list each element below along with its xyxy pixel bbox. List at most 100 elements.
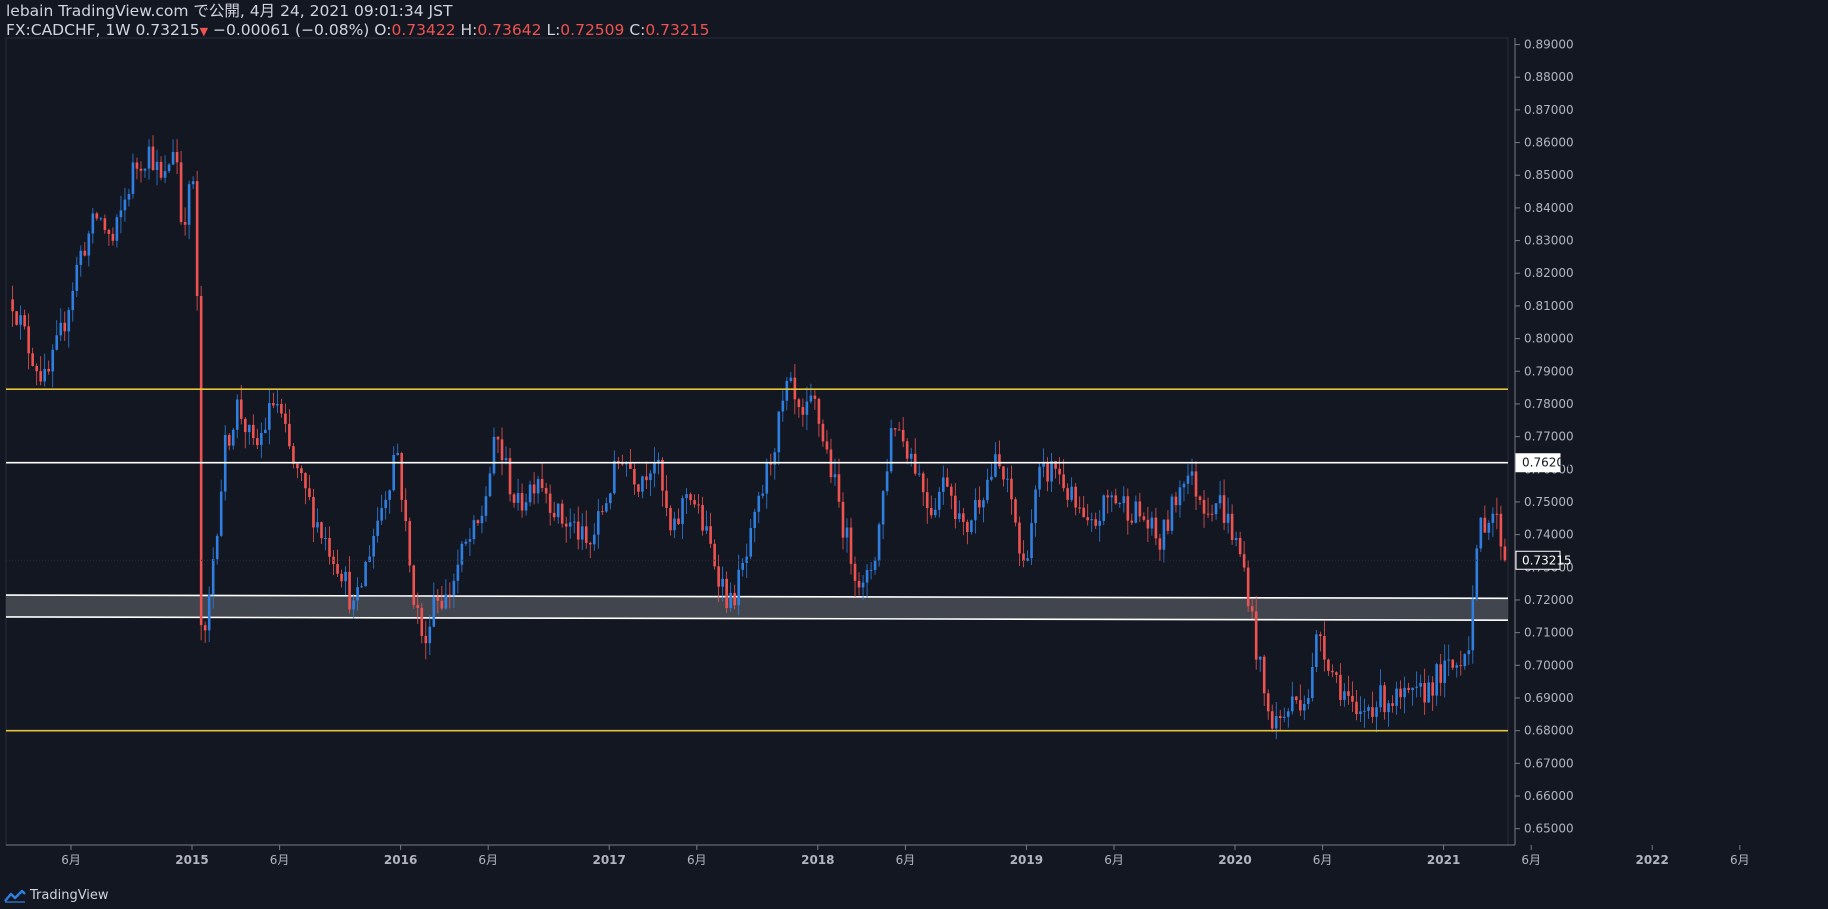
candle-body: [500, 439, 504, 461]
candle-body: [841, 501, 845, 538]
candle-body: [292, 446, 295, 464]
candle-body: [1190, 471, 1194, 476]
candle-body: [300, 468, 303, 474]
candle-body: [1483, 517, 1487, 533]
candle-body: [1343, 691, 1346, 700]
candle-body: [677, 518, 680, 524]
candle-body: [135, 162, 139, 169]
candle-body: [103, 218, 107, 230]
candle-body: [320, 522, 323, 539]
candle-body: [641, 476, 644, 492]
candle-body: [536, 479, 540, 494]
candle-body: [227, 435, 231, 446]
candle-body: [986, 479, 989, 501]
candle-body: [308, 488, 311, 498]
candle-body: [376, 520, 379, 536]
candle-body: [729, 592, 732, 609]
candle-body: [1431, 682, 1434, 696]
candle-body: [1499, 513, 1503, 547]
y-tick-label: 0.75000: [1524, 495, 1574, 509]
x-tick-label: 2021: [1427, 853, 1460, 867]
x-tick-label: 2015: [175, 853, 208, 867]
candle-body: [1347, 691, 1350, 696]
zone-band: [6, 595, 1508, 621]
candle-body: [552, 512, 556, 518]
candle-body: [821, 423, 825, 442]
x-tick-label: 6月: [687, 853, 707, 867]
y-tick-label: 0.70000: [1524, 658, 1574, 672]
candle-body: [352, 600, 355, 610]
candle-body: [256, 438, 259, 446]
candle-body: [1130, 520, 1134, 523]
candle-body: [260, 432, 263, 446]
candle-body: [191, 181, 195, 185]
candle-body: [1030, 523, 1033, 559]
candle-body: [31, 353, 34, 366]
candle-body: [1463, 654, 1467, 667]
candle-body: [1262, 656, 1266, 694]
candle-body: [1074, 486, 1077, 508]
candle-body: [817, 398, 821, 424]
candle-body: [673, 518, 676, 531]
candle-body: [560, 503, 564, 524]
candle-body: [324, 538, 327, 540]
candle-body: [492, 436, 496, 474]
candle-body: [55, 335, 59, 350]
candle-body: [737, 569, 740, 606]
candle-body: [1218, 495, 1222, 504]
candle-body: [789, 377, 793, 381]
candle-body: [1010, 478, 1013, 500]
candle-body: [645, 476, 648, 481]
candle-body: [272, 403, 275, 406]
candle-body: [63, 322, 67, 332]
candle-body: [1038, 466, 1041, 490]
candle-body: [1411, 687, 1414, 691]
candle-body: [468, 539, 472, 542]
candle-body: [837, 474, 841, 502]
footer[interactable]: TradingView: [4, 888, 109, 903]
y-tick-label: 0.80000: [1524, 332, 1574, 346]
price-chart[interactable]: 0.89000 0.88000 0.87000 0.86000 0.85000 0.840…: [0, 0, 1828, 909]
candle-body: [1435, 664, 1439, 696]
candle-body: [75, 264, 79, 291]
candle-body: [601, 511, 604, 513]
candle-body: [131, 162, 135, 194]
candle-body: [609, 493, 612, 504]
candle-body: [95, 213, 99, 219]
candle-body: [123, 199, 127, 211]
candle-body: [276, 403, 279, 406]
candle-body: [1046, 462, 1049, 482]
candle-body: [933, 509, 937, 516]
candle-body: [998, 454, 1001, 467]
candle-body: [753, 511, 757, 529]
candle-body: [1174, 496, 1178, 506]
candle-body: [83, 250, 87, 256]
candle-body: [1403, 687, 1406, 698]
candle-body: [1467, 650, 1471, 655]
candle-body: [288, 423, 291, 447]
candle-body: [962, 513, 965, 522]
candle-body: [596, 511, 600, 535]
y-tick-label: 0.83000: [1524, 234, 1574, 248]
candle-body: [709, 526, 712, 544]
axes: 0.89000 0.88000 0.87000 0.86000 0.85000 0.840…: [6, 38, 1750, 867]
candle-body: [685, 494, 688, 499]
candle-body: [801, 407, 805, 415]
candle-body: [428, 626, 432, 644]
candle-body: [921, 473, 925, 493]
x-tick-label: 2016: [384, 853, 417, 867]
candle-body: [885, 471, 889, 492]
candle-body: [1363, 710, 1366, 712]
candle-body: [917, 473, 921, 475]
candle-body: [1154, 517, 1158, 539]
candle-body: [865, 569, 869, 583]
candle-body: [1254, 611, 1258, 660]
footer-brand: TradingView: [30, 888, 109, 903]
candle-body: [1126, 496, 1130, 521]
x-tick-label: 2022: [1635, 853, 1668, 867]
candle-body: [705, 526, 708, 531]
candle-body: [1034, 489, 1037, 524]
x-tick-label: 6月: [478, 853, 498, 867]
candle-body: [556, 503, 560, 518]
candle-body: [861, 582, 865, 588]
